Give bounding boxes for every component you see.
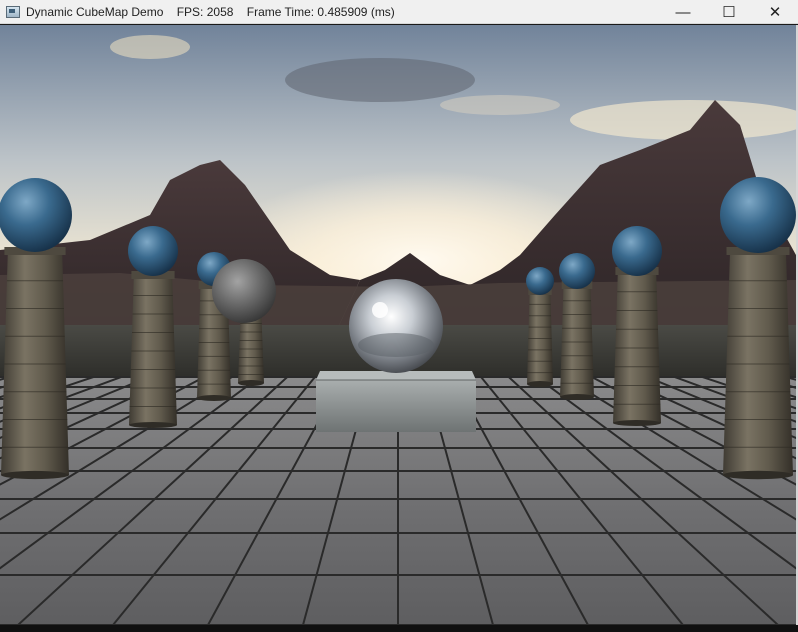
window-bottom-border <box>0 625 798 632</box>
pillar-base <box>238 380 264 386</box>
cloud <box>110 35 190 59</box>
window-controls: — ☐ ✕ <box>660 0 798 24</box>
close-button[interactable]: ✕ <box>752 0 798 24</box>
close-icon: ✕ <box>768 3 782 21</box>
pillar <box>526 267 554 387</box>
pillar <box>612 226 662 426</box>
pillar <box>720 177 796 480</box>
pillar-base <box>560 394 594 400</box>
maximize-button[interactable]: ☐ <box>706 0 752 24</box>
chrome-sphere-reflection <box>358 333 434 357</box>
render-viewport[interactable] <box>0 25 796 625</box>
app-window: Dynamic CubeMap Demo FPS: 2058 Frame Tim… <box>0 0 798 632</box>
cloud <box>285 58 475 102</box>
minimize-button[interactable]: — <box>660 0 706 24</box>
title-bar[interactable]: Dynamic CubeMap Demo FPS: 2058 Frame Tim… <box>0 0 798 24</box>
pillar-base <box>527 381 553 387</box>
pillar-base <box>613 420 661 426</box>
pillar-base <box>129 422 177 428</box>
blue-sphere <box>612 226 662 276</box>
pillar-base <box>1 470 69 480</box>
chrome-sphere <box>349 279 443 373</box>
maximize-icon: ☐ <box>722 3 736 21</box>
center-pedestal <box>316 380 476 432</box>
gray-sphere <box>212 259 276 323</box>
blue-sphere <box>559 253 595 289</box>
app-window-icon <box>6 5 20 18</box>
scene-canvas <box>0 25 796 625</box>
pillar-base <box>723 470 793 480</box>
pillar <box>559 253 595 400</box>
minimize-icon: — <box>675 3 691 21</box>
blue-sphere <box>0 178 72 252</box>
pillar <box>128 226 178 428</box>
blue-sphere <box>128 226 178 276</box>
cloud <box>440 95 560 115</box>
pillar-base <box>197 395 231 401</box>
window-title: Dynamic CubeMap Demo FPS: 2058 Frame Tim… <box>26 4 395 19</box>
pillar <box>0 178 72 480</box>
blue-sphere <box>720 177 796 253</box>
blue-sphere <box>526 267 554 295</box>
